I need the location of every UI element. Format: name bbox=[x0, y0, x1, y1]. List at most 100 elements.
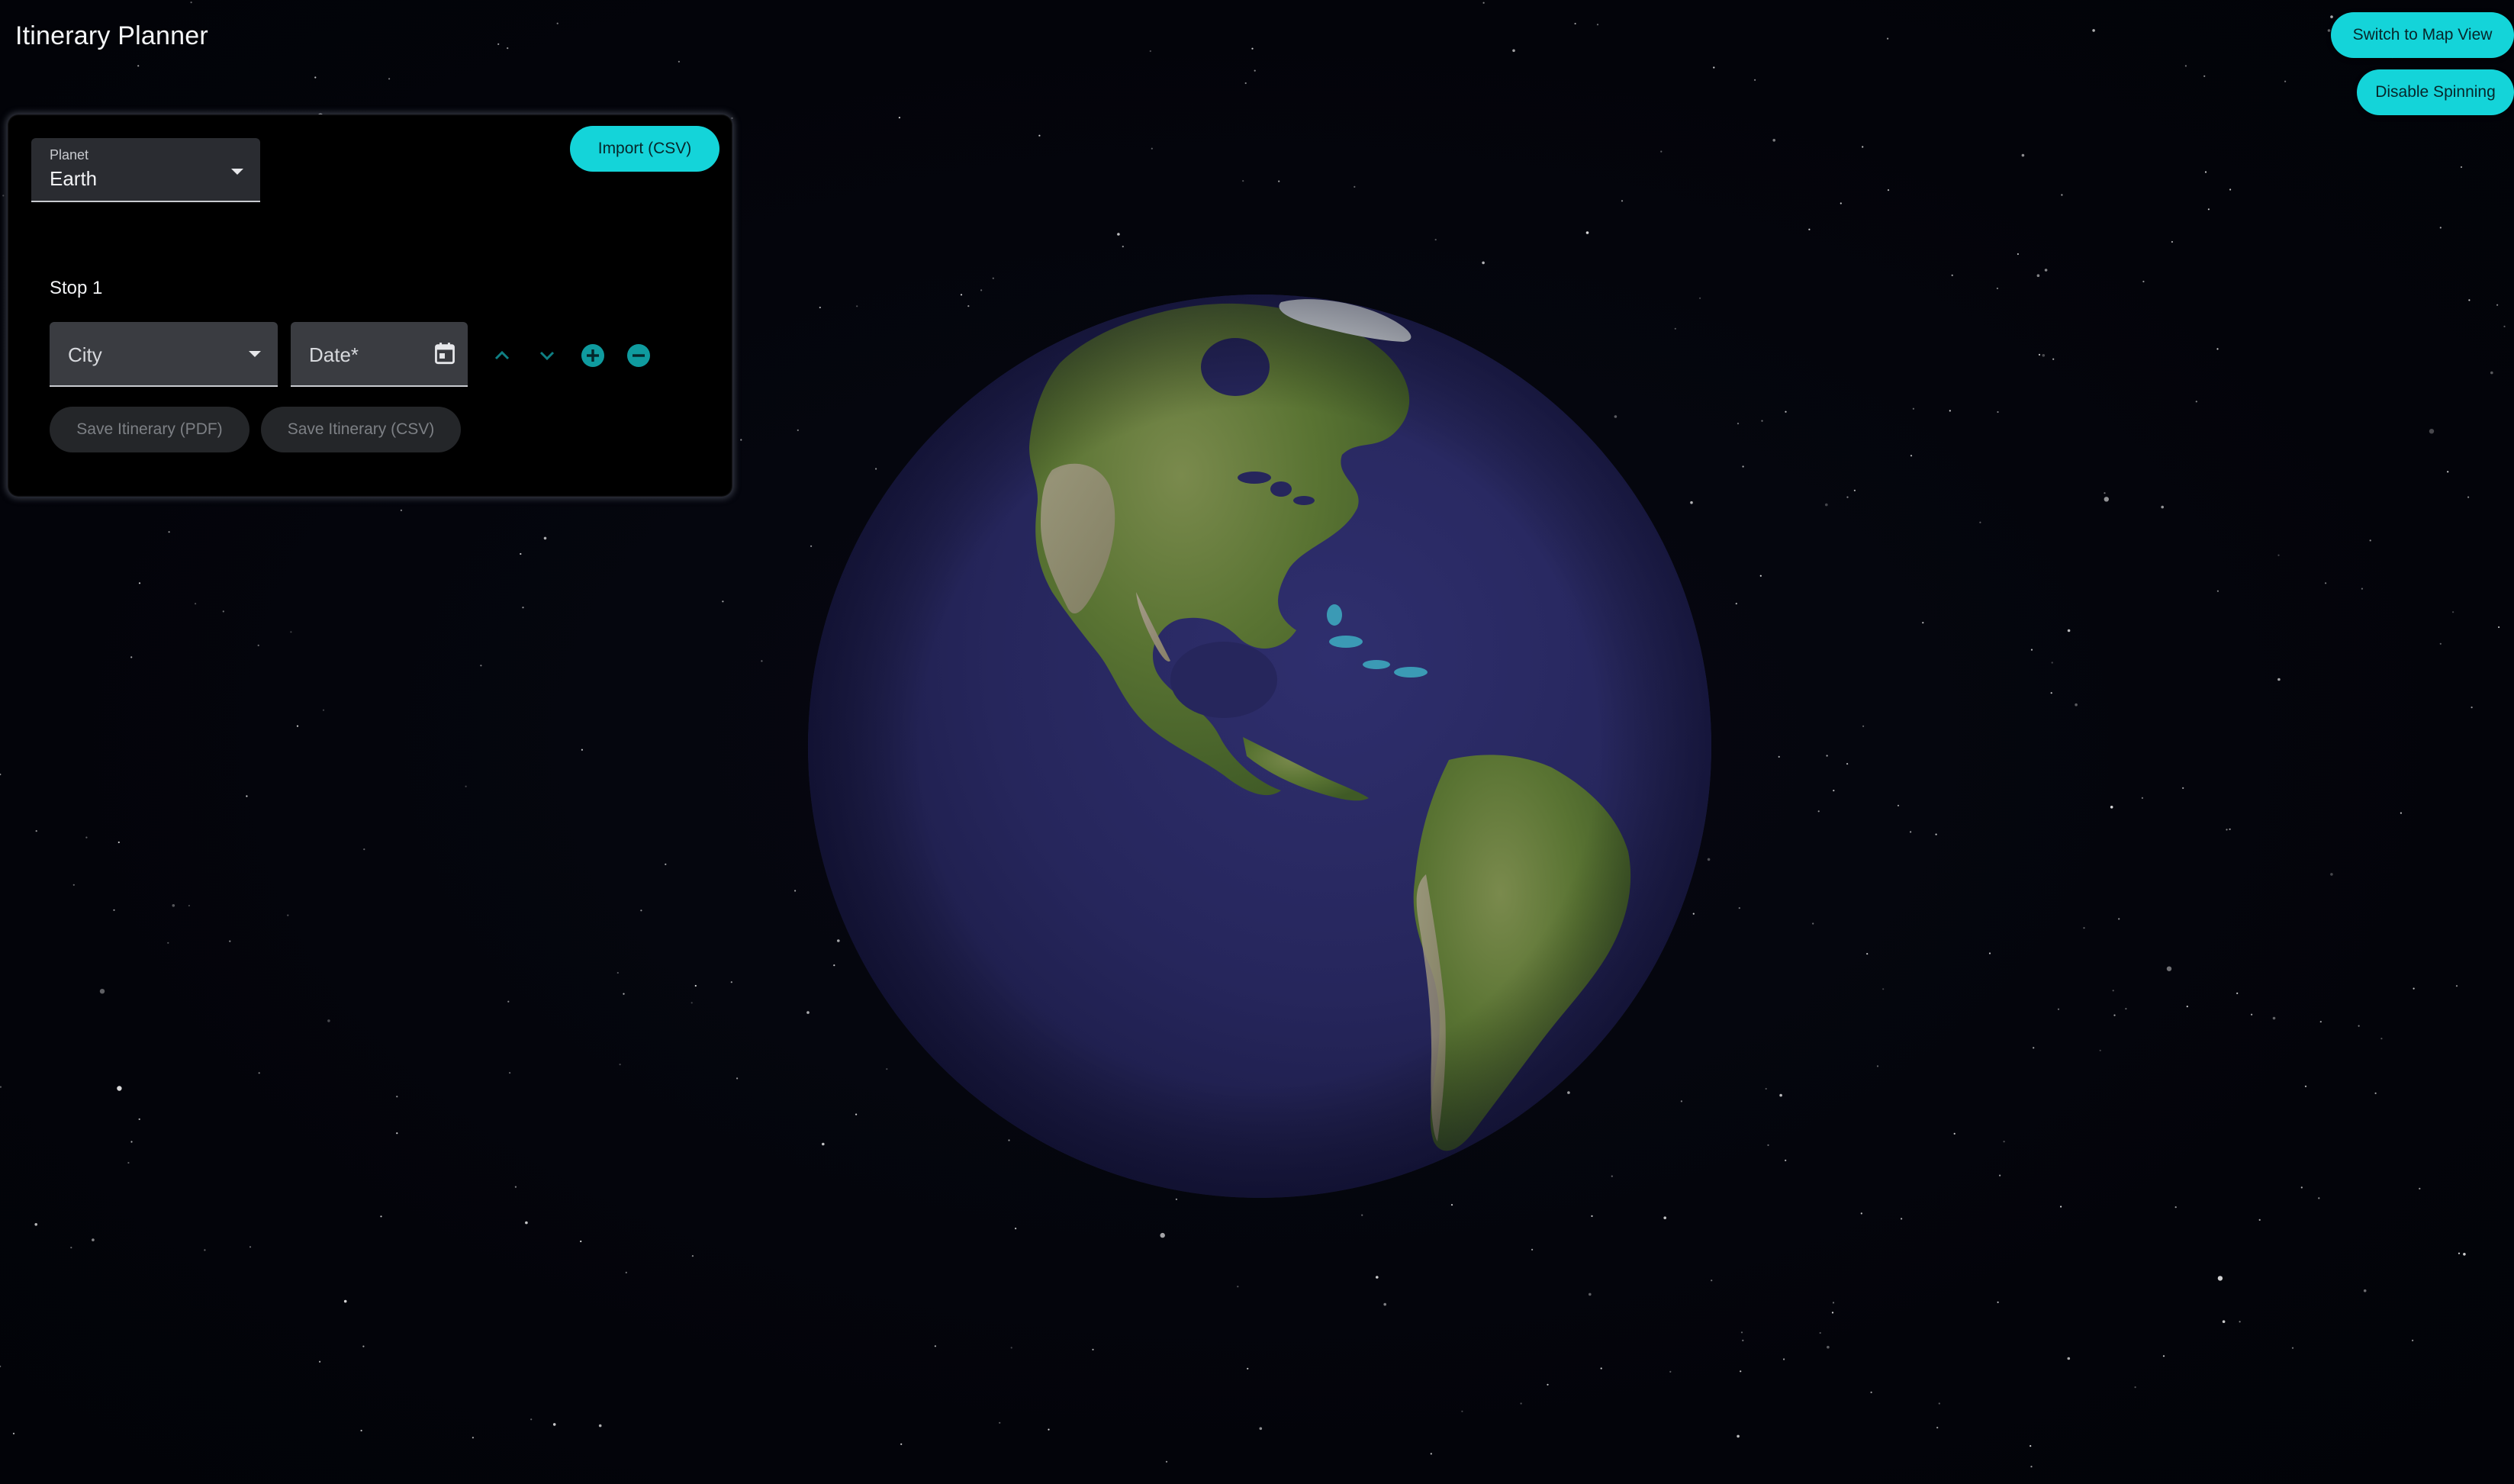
star bbox=[1949, 410, 1951, 412]
star bbox=[2113, 1014, 2116, 1016]
star bbox=[678, 60, 681, 63]
star bbox=[343, 1299, 347, 1303]
star bbox=[1910, 455, 1913, 457]
star bbox=[1831, 1312, 1834, 1314]
star bbox=[530, 1418, 533, 1421]
star bbox=[2174, 1206, 2177, 1209]
star bbox=[1825, 503, 1828, 507]
star bbox=[514, 1186, 517, 1188]
star bbox=[900, 1443, 903, 1445]
star bbox=[1846, 496, 1849, 498]
star bbox=[362, 1345, 365, 1347]
continents-map bbox=[808, 295, 1711, 1198]
star bbox=[731, 117, 733, 119]
star bbox=[2272, 1016, 2276, 1020]
star bbox=[296, 725, 299, 727]
star bbox=[1149, 50, 1151, 53]
star bbox=[2490, 371, 2493, 375]
star bbox=[138, 582, 141, 584]
date-input[interactable]: Date* bbox=[291, 322, 468, 387]
star bbox=[2400, 812, 2402, 814]
star bbox=[543, 536, 547, 540]
star bbox=[0, 773, 2, 776]
star bbox=[117, 1086, 122, 1091]
star bbox=[1808, 228, 1811, 230]
star bbox=[1740, 1370, 1742, 1373]
star bbox=[1244, 82, 1247, 85]
star bbox=[2067, 629, 2071, 633]
star bbox=[472, 1437, 475, 1439]
star bbox=[1862, 725, 1865, 727]
star bbox=[2060, 1206, 2062, 1208]
star bbox=[396, 1132, 398, 1135]
calendar-icon[interactable] bbox=[434, 342, 455, 365]
star bbox=[1887, 37, 1889, 40]
star bbox=[2467, 496, 2470, 498]
star bbox=[619, 1064, 621, 1066]
star bbox=[2204, 171, 2207, 173]
star bbox=[691, 1255, 694, 1257]
star bbox=[2229, 188, 2232, 191]
star bbox=[2251, 1013, 2253, 1016]
star bbox=[1461, 1410, 1463, 1412]
star bbox=[1951, 274, 1953, 276]
star bbox=[1242, 180, 1244, 182]
planet-select[interactable]: Planet Earth bbox=[31, 138, 260, 202]
star bbox=[1819, 1331, 1821, 1334]
star bbox=[1482, 2, 1485, 4]
star bbox=[1574, 22, 1576, 25]
star bbox=[2439, 642, 2442, 645]
star bbox=[581, 748, 584, 751]
star bbox=[1092, 1348, 1094, 1350]
save-itinerary-csv-button[interactable]: Save Itinerary (CSV) bbox=[261, 407, 461, 452]
star bbox=[2363, 1289, 2367, 1292]
star bbox=[1897, 804, 1900, 806]
star bbox=[2358, 1025, 2360, 1027]
star bbox=[2217, 1276, 2223, 1281]
app-title: Itinerary Planner bbox=[15, 21, 208, 50]
star bbox=[246, 795, 248, 797]
star bbox=[1988, 952, 1991, 954]
star bbox=[1882, 988, 1885, 990]
move-stop-up-button[interactable] bbox=[487, 340, 517, 371]
star bbox=[2171, 240, 2173, 243]
star bbox=[322, 709, 325, 711]
save-itinerary-pdf-button[interactable]: Save Itinerary (PDF) bbox=[50, 407, 249, 452]
star bbox=[616, 971, 619, 974]
star bbox=[1512, 49, 1515, 53]
star bbox=[2503, 325, 2506, 327]
star bbox=[1754, 79, 1756, 81]
star bbox=[1862, 146, 1864, 148]
star bbox=[1817, 810, 1820, 813]
star bbox=[2468, 299, 2471, 301]
globe-viewport[interactable]: Itinerary Planner Switch to Map View Dis… bbox=[0, 0, 2514, 1484]
star bbox=[1910, 831, 1912, 833]
star bbox=[190, 1, 192, 4]
earth-globe[interactable] bbox=[716, 215, 1804, 1303]
import-csv-button[interactable]: Import (CSV) bbox=[570, 126, 719, 172]
switch-to-map-view-button[interactable]: Switch to Map View bbox=[2331, 12, 2514, 58]
move-stop-down-button[interactable] bbox=[532, 340, 562, 371]
disable-spinning-button[interactable]: Disable Spinning bbox=[2357, 69, 2514, 115]
minus-circle-icon bbox=[627, 344, 650, 367]
star bbox=[507, 47, 509, 50]
star bbox=[2319, 1021, 2322, 1023]
chevron-up-icon bbox=[494, 350, 510, 360]
star bbox=[2118, 918, 2120, 920]
star bbox=[1999, 1174, 2001, 1177]
star bbox=[2229, 828, 2231, 830]
star bbox=[1660, 150, 1663, 153]
star bbox=[2083, 927, 2085, 929]
star bbox=[388, 78, 391, 80]
star bbox=[2195, 401, 2197, 403]
star bbox=[2050, 692, 2052, 694]
star bbox=[1048, 1428, 1050, 1431]
star bbox=[314, 76, 317, 79]
add-stop-button[interactable] bbox=[578, 340, 608, 371]
star bbox=[396, 1096, 398, 1098]
star bbox=[2207, 208, 2210, 211]
star bbox=[2036, 274, 2040, 278]
star bbox=[525, 1221, 528, 1225]
city-select[interactable]: City bbox=[50, 322, 278, 387]
remove-stop-button[interactable] bbox=[623, 340, 654, 371]
